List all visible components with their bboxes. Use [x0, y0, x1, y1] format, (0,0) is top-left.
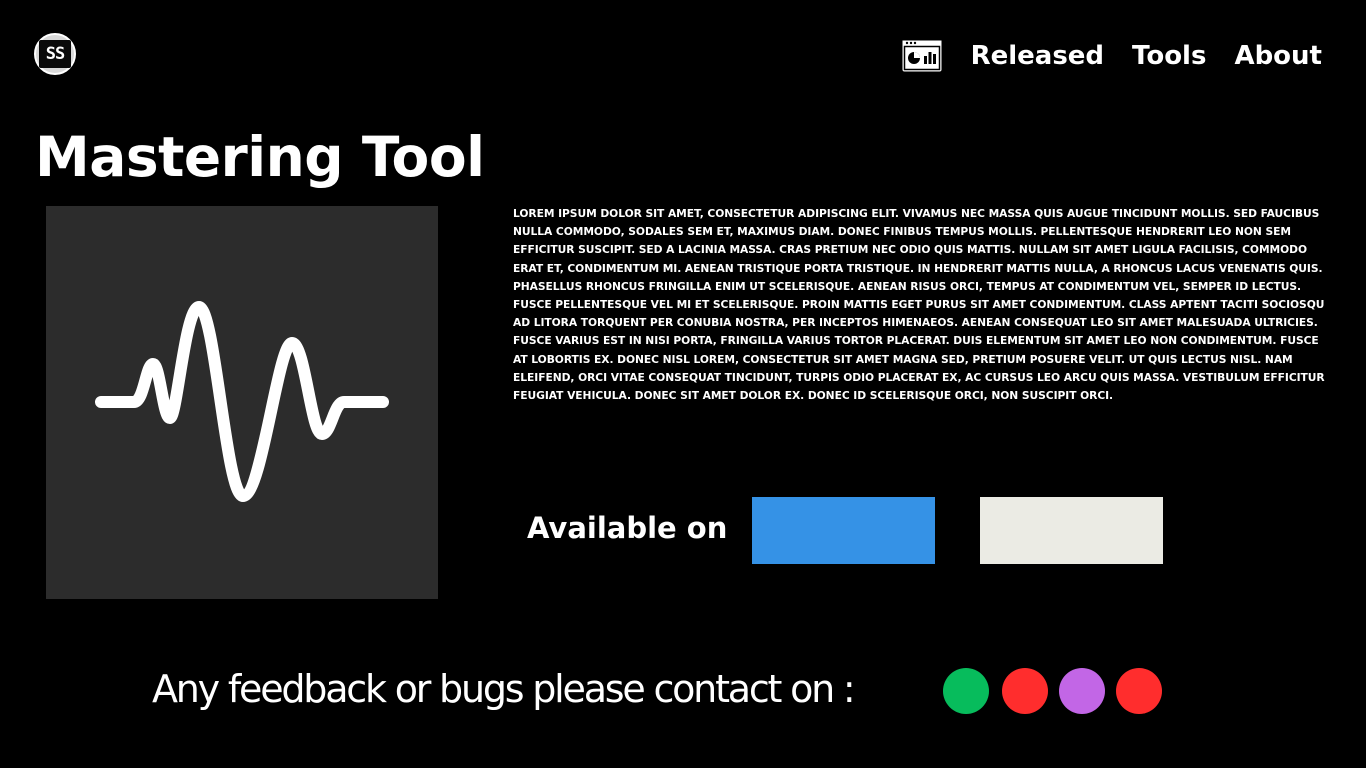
site-logo[interactable]: SS — [34, 33, 76, 75]
store-button-light[interactable] — [980, 497, 1163, 564]
contact-dot-red[interactable] — [1002, 668, 1048, 714]
store-button-blue[interactable] — [752, 497, 935, 564]
contact-dot-green[interactable] — [943, 668, 989, 714]
tool-artwork — [46, 206, 438, 599]
tool-description: Lorem ipsum dolor sit amet, consectetur … — [513, 205, 1325, 405]
nav-about[interactable]: About — [1234, 41, 1322, 71]
available-on-label: Available on — [527, 511, 728, 545]
logo-text: SS — [39, 40, 71, 68]
contact-dot-purple[interactable] — [1059, 668, 1105, 714]
contact-dot-red-2[interactable] — [1116, 668, 1162, 714]
nav-released[interactable]: Released — [971, 41, 1104, 71]
description-paragraph: Lorem ipsum dolor sit amet, consectetur … — [513, 207, 1323, 275]
feedback-text: Any feedback or bugs please contact on : — [152, 667, 856, 711]
page-title: Mastering Tool — [35, 125, 485, 189]
waveform-icon — [95, 301, 389, 502]
main-nav: Released Tools About — [901, 36, 1322, 76]
description-paragraph: Phasellus rhoncus fringilla enim ut scel… — [513, 279, 1325, 403]
dashboard-window-icon[interactable] — [901, 39, 943, 73]
nav-tools[interactable]: Tools — [1132, 41, 1206, 71]
